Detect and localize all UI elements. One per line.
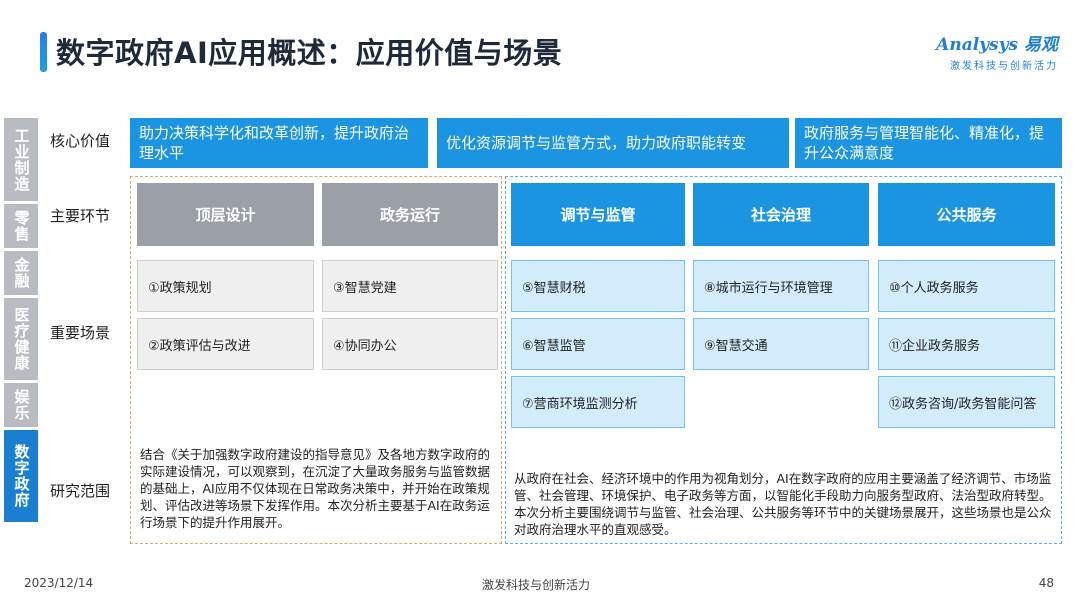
- tab-industrial[interactable]: 工业制造: [4, 118, 38, 201]
- scene-government-qa: ⑫政务咨询/政务智能问答: [878, 376, 1055, 428]
- core-value-2: 优化资源调节与监管方式，助力政府职能转变: [437, 118, 789, 168]
- footer-slogan: 激发科技与创新活力: [482, 578, 591, 592]
- footer-date: 2023/12/14: [24, 576, 94, 590]
- tab-finance[interactable]: 金融: [4, 251, 38, 295]
- core-value-3: 政府服务与管理智能化、精准化，提升公众满意度: [795, 118, 1062, 168]
- scene-smart-supervision: ⑥智慧监管: [511, 318, 685, 370]
- scene-policy-evaluation: ②政策评估与改进: [137, 318, 314, 370]
- page-number: 48: [1038, 576, 1054, 590]
- tab-entertainment[interactable]: 娱乐: [4, 383, 38, 427]
- row-label-research: 研究范围: [50, 482, 111, 500]
- logo-slogan: 激发科技与创新活力: [950, 61, 1058, 72]
- row-label-core-value: 核心价值: [50, 132, 111, 150]
- scene-collaborative-office: ④协同办公: [322, 318, 498, 370]
- title-accent-bar: [40, 32, 47, 72]
- stage-regulation: 调节与监管: [511, 183, 685, 246]
- scene-enterprise-service: ⑪企业政务服务: [878, 318, 1055, 370]
- stage-operation: 政务运行: [322, 183, 498, 246]
- scene-smart-tax: ⑤智慧财税: [511, 260, 685, 312]
- scene-personal-service: ⑩个人政务服务: [878, 260, 1055, 312]
- logo-main-text: Analysys 易观: [936, 35, 1058, 55]
- scene-policy-planning: ①政策规划: [137, 260, 314, 312]
- tab-healthcare[interactable]: 医疗健康: [4, 298, 38, 380]
- stage-top-design: 顶层设计: [137, 183, 314, 246]
- scene-business-environment: ⑦营商环境监测分析: [511, 376, 685, 428]
- page-title: 数字政府AI应用概述：应用价值与场景: [56, 36, 563, 70]
- stage-public-service: 公共服务: [878, 183, 1055, 246]
- analysys-logo: Analysys 易观 激发科技与创新活力: [936, 30, 1058, 72]
- scene-smart-party: ③智慧党建: [322, 260, 498, 312]
- row-label-main-link: 主要环节: [50, 207, 111, 225]
- tab-retail[interactable]: 零售: [4, 204, 38, 248]
- stage-governance: 社会治理: [693, 183, 869, 246]
- core-value-1: 助力决策科学化和改革创新，提升政府治理水平: [130, 118, 428, 168]
- tab-digital-government[interactable]: 数字政府: [4, 430, 38, 522]
- row-label-key-scene: 重要场景: [50, 324, 111, 342]
- research-scope-right: 从政府在社会、经济环境中的作用为视角划分，AI在数字政府的应用主要涵盖了经济调节…: [514, 471, 1052, 537]
- scene-city-operation: ⑧城市运行与环境管理: [693, 260, 869, 312]
- research-scope-left: 结合《关于加强数字政府建设的指导意见》及各地方数字政府的实际建设情况，可以观察到…: [140, 447, 491, 530]
- scene-smart-traffic: ⑨智慧交通: [693, 318, 869, 370]
- industry-tabs: 工业制造 零售 金融 医疗健康 娱乐 数字政府: [4, 118, 38, 525]
